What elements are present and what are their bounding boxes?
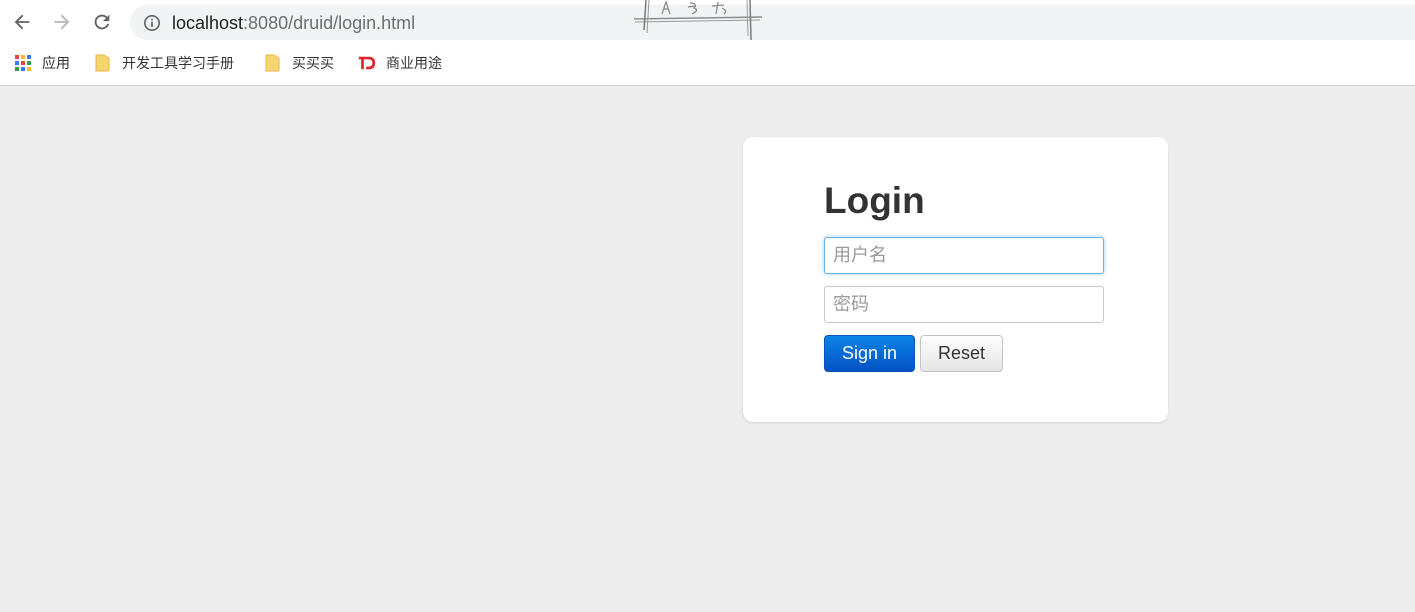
bookmarks-bar: 应用 开发工具学习手册 买买买 商业用途 [0, 46, 1415, 80]
login-title: Login [824, 180, 925, 221]
bookmark-label: 应用 [42, 55, 70, 71]
password-input[interactable] [824, 286, 1104, 323]
bookmark-commercial[interactable]: 商业用途 [358, 53, 442, 73]
bookmark-label: 买买买 [292, 55, 334, 71]
reset-button[interactable]: Reset [920, 335, 1003, 372]
folder-icon [264, 54, 282, 72]
folder-icon [94, 54, 112, 72]
login-card: Login Sign in Reset [743, 137, 1168, 422]
arrow-left-icon [14, 14, 30, 30]
back-button[interactable] [10, 10, 34, 34]
bookmark-dev-tools[interactable]: 开发工具学习手册 [94, 53, 234, 73]
username-input[interactable] [824, 237, 1104, 274]
arrow-right-icon [54, 14, 70, 30]
sketch-doodle-icon [633, 0, 763, 41]
forward-button[interactable] [50, 10, 74, 34]
bookmark-label: 开发工具学习手册 [122, 55, 234, 71]
browser-chrome: localhost:8080/druid/login.html 应用 开发工具学… [0, 0, 1415, 86]
bookmark-apps[interactable]: 应用 [14, 53, 70, 73]
bookmark-label: 商业用途 [386, 55, 442, 71]
sign-in-button[interactable]: Sign in [824, 335, 915, 372]
td-logo-icon [358, 54, 376, 72]
apps-grid-icon [14, 54, 32, 72]
bookmark-shopping[interactable]: 买买买 [264, 53, 334, 73]
url-path: :8080/druid/login.html [243, 13, 416, 33]
address-bar[interactable]: localhost:8080/druid/login.html [130, 5, 1415, 40]
url-text: localhost:8080/druid/login.html [172, 12, 415, 34]
info-icon[interactable] [143, 14, 161, 32]
reload-icon [94, 14, 110, 30]
url-host: localhost [172, 13, 244, 33]
reload-button[interactable] [90, 10, 114, 34]
